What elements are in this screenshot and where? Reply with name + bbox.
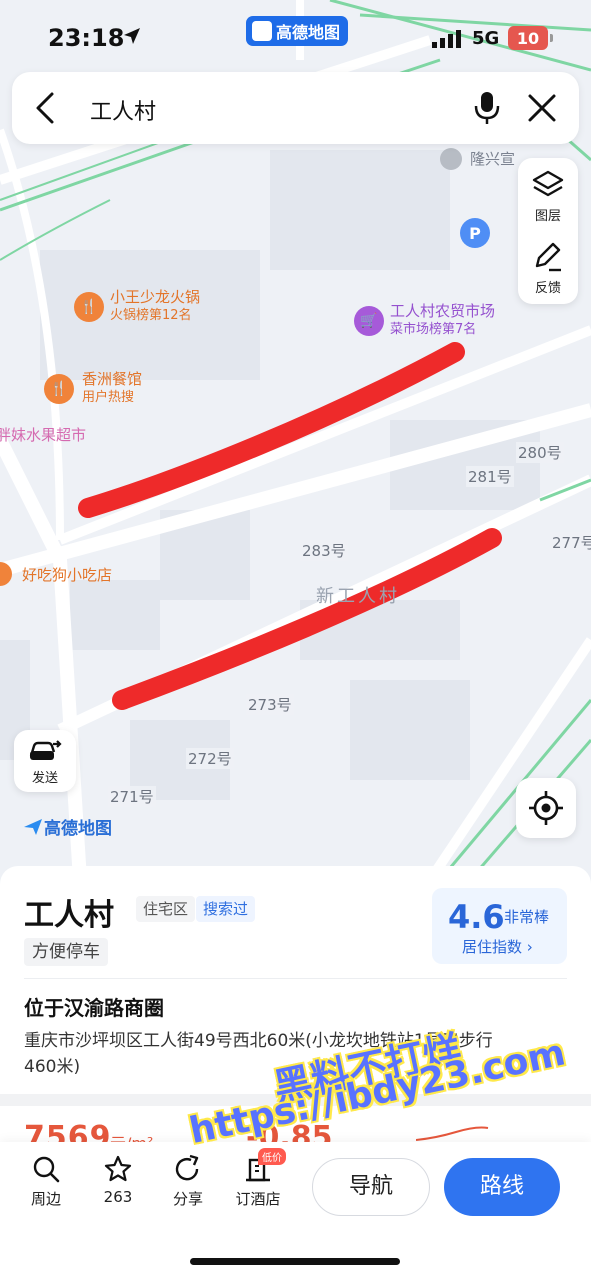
poi-sub: 用户热搜: [82, 390, 135, 405]
amap-logo-icon: [252, 21, 272, 41]
living-index-card[interactable]: 4.6 非常棒 居住指数 ›: [432, 888, 567, 964]
star-icon: [104, 1155, 132, 1182]
search-icon: [33, 1156, 60, 1183]
layers-label: 图层: [534, 209, 561, 224]
place-name: 工人村: [24, 898, 114, 933]
house-number: 281号: [466, 466, 514, 487]
app-badge-label: 高德地图: [276, 23, 341, 42]
restaurant-icon[interactable]: 🍴: [74, 292, 104, 322]
poi-name[interactable]: 胖妹水果超市: [0, 426, 86, 444]
rating-score: 4.6: [448, 898, 505, 936]
battery-level: 10: [508, 26, 548, 50]
navigate-button[interactable]: 导航: [312, 1158, 430, 1216]
poi-name[interactable]: 香洲餐馆: [82, 370, 142, 388]
share-icon: [175, 1154, 199, 1181]
bottom-action-bar: 周边 263 分享 低价 订酒店 导航 路线: [0, 1142, 591, 1280]
poi-name[interactable]: 好吃狗小吃店: [22, 566, 112, 584]
area-name: 新工人村: [316, 586, 400, 607]
status-time: 23:18: [48, 24, 125, 52]
hotel-badge: 低价: [258, 1148, 286, 1165]
parking-icon[interactable]: P: [460, 218, 490, 248]
market-icon[interactable]: 🛒: [354, 306, 384, 336]
microphone-icon[interactable]: [472, 90, 502, 126]
close-icon[interactable]: [526, 92, 558, 124]
map-logo: 高德地图: [22, 814, 112, 839]
location-arrow-icon: [124, 28, 140, 44]
map-view[interactable]: 🍴 小王少龙火锅 火锅榜第12名 🍴 香洲餐馆 用户热搜 🛒 工人村农贸市场 菜…: [0, 0, 591, 880]
app-badge[interactable]: 高德地图: [246, 16, 349, 46]
district: 位于汉渝路商圈: [24, 996, 164, 1020]
share-button[interactable]: 分享: [158, 1154, 218, 1209]
map-logo-text: 高德地图: [44, 819, 112, 839]
divider: [24, 978, 567, 979]
edit-pencil-icon: [535, 242, 561, 272]
house-number: 280号: [516, 442, 564, 463]
house-number: 283号: [300, 540, 348, 561]
send-to-car-button[interactable]: 发送: [14, 730, 76, 792]
amap-logo-icon: [24, 818, 42, 835]
network-type: 5G: [472, 28, 500, 49]
search-bar[interactable]: 工人村: [12, 72, 579, 144]
house-number: 277号: [550, 532, 591, 553]
hotel-button[interactable]: 低价 订酒店: [228, 1148, 288, 1209]
send-label: 发送: [31, 771, 58, 786]
poi-name[interactable]: 小王少龙火锅: [110, 288, 200, 306]
battery-cap: [550, 34, 553, 42]
share-label: 分享: [172, 1190, 203, 1208]
signal-icon: [432, 30, 461, 48]
feedback-button[interactable]: 反馈: [518, 232, 578, 302]
house-number: 273号: [246, 694, 294, 715]
poi-sub: 菜市场榜第7名: [390, 322, 477, 337]
map-tool-panel: 图层 反馈: [518, 158, 578, 304]
locate-me-button[interactable]: [516, 778, 576, 838]
home-indicator[interactable]: [190, 1258, 400, 1265]
rating-desc: 非常棒: [504, 908, 550, 926]
search-input[interactable]: 工人村: [90, 94, 156, 126]
poi-name[interactable]: 工人村农贸市场: [390, 302, 495, 320]
house-number: 271号: [108, 786, 156, 807]
location-pin-icon: [440, 148, 462, 170]
status-bar: 23:18 高德地图 5G 10: [0, 0, 591, 70]
favorites-count: 263: [103, 1188, 133, 1206]
house-number: 272号: [186, 748, 234, 769]
nearby-button[interactable]: 周边: [16, 1154, 76, 1209]
searched-tag: 搜索过: [196, 896, 256, 922]
restaurant-icon[interactable]: 🍴: [44, 374, 74, 404]
type-tag: 住宅区: [136, 896, 196, 922]
feature-tag: 方便停车: [24, 938, 108, 966]
poi-name[interactable]: 隆兴宣: [470, 150, 515, 168]
nearby-label: 周边: [30, 1190, 61, 1208]
crosshair-icon: [529, 791, 563, 825]
rating-index-link[interactable]: 居住指数 ›: [462, 936, 533, 957]
layers-button[interactable]: 图层: [518, 160, 578, 230]
poi-sub: 火锅榜第12名: [110, 308, 192, 323]
car-send-icon: [29, 740, 62, 760]
favorite-button[interactable]: 263: [88, 1154, 148, 1206]
route-button[interactable]: 路线: [444, 1158, 560, 1216]
feedback-label: 反馈: [534, 281, 561, 296]
hotel-label: 订酒店: [235, 1190, 281, 1208]
layers-icon: [532, 170, 564, 197]
back-icon[interactable]: [32, 90, 62, 126]
